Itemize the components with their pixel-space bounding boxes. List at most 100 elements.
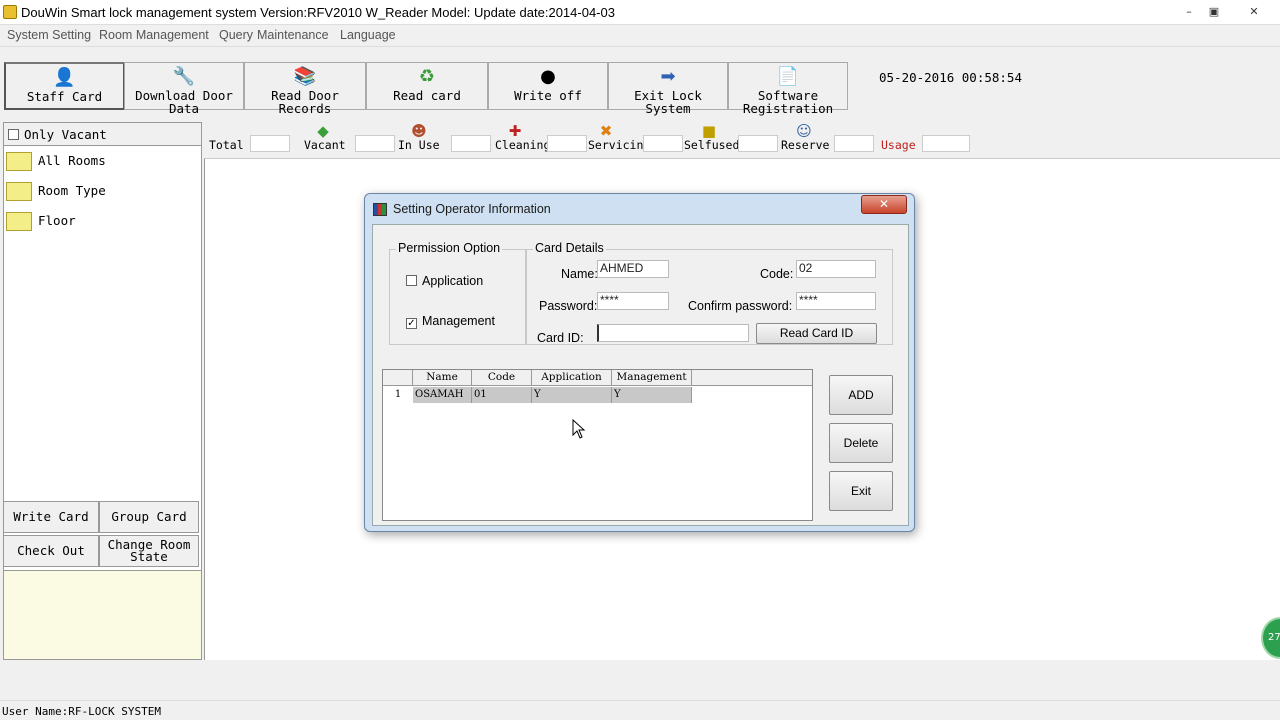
write-off-button[interactable]: ● Write off: [488, 62, 608, 110]
menu-room-management[interactable]: Room Management: [99, 28, 209, 42]
dialog-app-icon: [373, 203, 387, 216]
vacant-count: [355, 135, 395, 152]
management-label: Management: [422, 314, 495, 328]
title-bar: DouWin Smart lock management system Vers…: [0, 0, 1280, 25]
close-window-button[interactable]: ✕: [1243, 4, 1265, 20]
usage-value: [922, 135, 970, 152]
reserve-count: [834, 135, 874, 152]
tree-item-room-type[interactable]: Room Type: [6, 182, 106, 201]
confirm-password-label: Confirm password:: [688, 299, 793, 313]
tree-item-all-rooms[interactable]: All Rooms: [6, 152, 106, 171]
column-header[interactable]: Management: [612, 370, 692, 386]
checkbox-icon: [8, 129, 19, 140]
user-name-label: User Name:RF-LOCK SYSTEM: [2, 705, 161, 718]
cleaning-label: Cleaning: [495, 138, 551, 152]
total-count: [250, 135, 290, 152]
button-label: State: [130, 549, 168, 564]
download-door-data-button[interactable]: 🔧 Download Door Data: [124, 62, 244, 115]
dialog-title: Setting Operator Information: [393, 202, 551, 216]
cleaning-count: [547, 135, 587, 152]
datetime-display: 05-20-2016 00:58:54: [879, 70, 1022, 85]
in-use-label: In Use: [398, 138, 440, 152]
table-cell[interactable]: Y: [612, 387, 692, 403]
row-number: 1: [394, 389, 402, 400]
note-box: [3, 570, 202, 660]
add-button[interactable]: ADD: [829, 375, 893, 415]
exit-arrow-icon: ➡: [660, 66, 676, 87]
name-input[interactable]: AHMED: [597, 260, 669, 278]
overlay-badge-clip: 27: [1261, 617, 1280, 659]
column-header[interactable]: Code: [472, 370, 532, 386]
column-header[interactable]: Name: [413, 370, 472, 386]
group-card-button[interactable]: Group Card: [99, 501, 199, 533]
tree-item-floor[interactable]: Floor: [6, 212, 76, 231]
card-id-label: Card ID:: [537, 331, 584, 345]
name-label: Name:: [561, 267, 598, 281]
app-icon: [3, 5, 17, 19]
table-cell[interactable]: Y: [532, 387, 612, 403]
write-off-icon: ●: [540, 66, 556, 87]
software-registration-button[interactable]: 📄 Software Registration: [728, 62, 848, 115]
operator-table[interactable]: Name Code Application Management 1 OSAMA…: [382, 369, 813, 521]
vacant-label: Vacant: [304, 138, 346, 152]
dialog-body: Permission Option Application ✓ Managemen…: [372, 224, 909, 526]
menu-query[interactable]: Query: [219, 28, 253, 42]
checkmark-icon: ✓: [406, 318, 417, 329]
read-card-id-button[interactable]: Read Card ID: [756, 323, 877, 344]
menu-bar: System Setting Room Management Query Mai…: [0, 25, 1280, 47]
permission-legend: Permission Option: [396, 241, 503, 255]
servicing-count: [643, 135, 683, 152]
folder-icon: [6, 182, 32, 201]
registration-icon: 📄: [776, 66, 800, 87]
write-card-button[interactable]: Write Card: [3, 501, 99, 533]
check-out-button[interactable]: Check Out: [3, 535, 99, 567]
menu-system-setting[interactable]: System Setting: [7, 28, 91, 42]
dialog-close-button[interactable]: ✕: [861, 195, 907, 214]
row-header-corner: [383, 370, 413, 386]
exit-button[interactable]: Exit: [829, 471, 893, 511]
password-input[interactable]: ****: [597, 292, 669, 310]
folder-icon: [6, 152, 32, 171]
table-cell[interactable]: 01: [472, 387, 532, 403]
maximize-button[interactable]: ▣: [1203, 4, 1225, 20]
only-vacant-label: Only Vacant: [24, 127, 107, 142]
toolbar-label: Data: [168, 101, 200, 116]
table-cell[interactable]: OSAMAH: [413, 387, 472, 403]
read-door-records-icon: 📚: [293, 66, 317, 87]
code-input[interactable]: 02: [796, 260, 876, 278]
application-checkbox[interactable]: Application: [406, 274, 483, 288]
read-door-records-button[interactable]: 📚 Read Door Records: [244, 62, 366, 115]
usage-label: Usage: [881, 138, 916, 152]
toolbar-label: Staff Card: [26, 89, 103, 104]
card-details-group: Card Details Name: AHMED Code: 02 Passwo…: [526, 241, 893, 345]
column-header[interactable]: Application: [532, 370, 612, 386]
toolbar-label: Read card: [393, 88, 461, 103]
permission-group: Permission Option Application ✓ Managemen…: [389, 241, 526, 345]
minimize-button[interactable]: –: [1178, 4, 1200, 20]
menu-maintenance[interactable]: Maintenance: [257, 28, 329, 42]
staff-card-icon: 👤: [53, 67, 76, 88]
read-card-button[interactable]: ♻ Read card: [366, 62, 488, 110]
window-title: DouWin Smart lock management system Vers…: [21, 5, 615, 20]
staff-card-button[interactable]: 👤 Staff Card: [4, 62, 125, 110]
toolbar-label: Write off: [514, 88, 582, 103]
menu-language[interactable]: Language: [340, 28, 396, 42]
total-label: Total: [209, 138, 244, 152]
code-label: Code:: [760, 267, 794, 281]
selfused-count: [738, 135, 778, 152]
overlay-badge[interactable]: 27: [1261, 617, 1280, 659]
confirm-password-input[interactable]: ****: [796, 292, 876, 310]
management-checkbox[interactable]: ✓ Management: [406, 314, 495, 329]
exit-lock-system-button[interactable]: ➡ Exit Lock System: [608, 62, 728, 115]
status-bar: User Name:RF-LOCK SYSTEM: [0, 700, 1280, 720]
reserve-label: Reserve: [781, 138, 830, 152]
mouse-cursor-icon: [572, 419, 586, 439]
change-room-state-button[interactable]: Change Room State: [99, 535, 199, 567]
only-vacant-checkbox[interactable]: Only Vacant: [8, 127, 107, 142]
in-use-count: [451, 135, 491, 152]
card-id-input[interactable]: [597, 324, 749, 342]
delete-button[interactable]: Delete: [829, 423, 893, 463]
application-label: Application: [422, 274, 484, 288]
checkbox-icon: [406, 275, 417, 286]
operator-dialog: Setting Operator Information ✕ Permissio…: [364, 193, 915, 532]
